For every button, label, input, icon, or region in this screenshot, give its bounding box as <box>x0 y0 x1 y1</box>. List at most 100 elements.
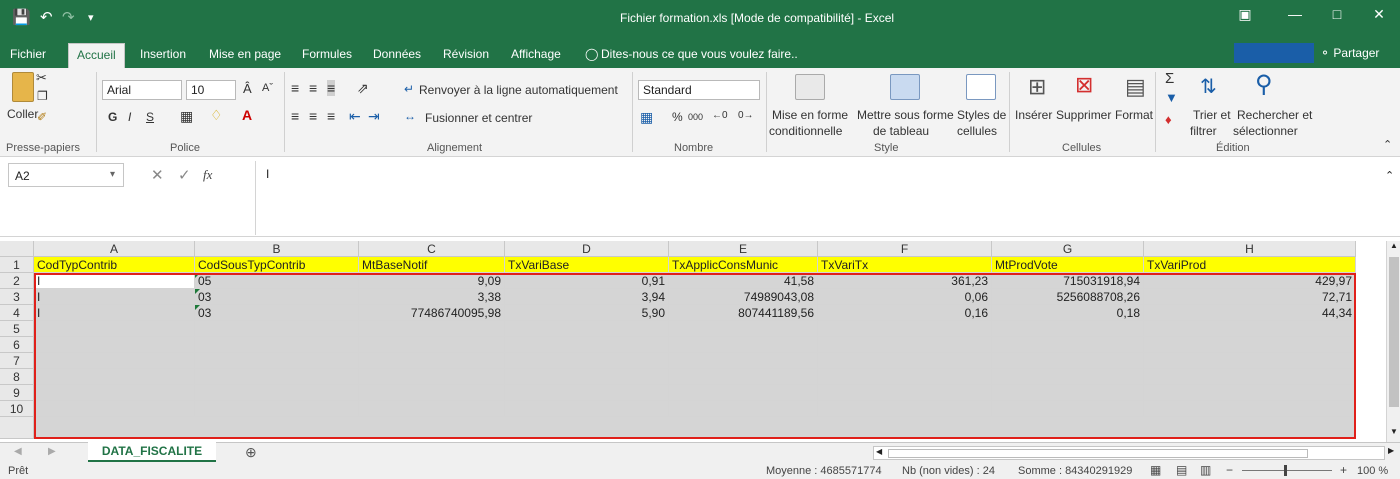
cell-styles-label[interactable]: Styles de <box>957 108 1006 122</box>
enter-icon[interactable]: ✓ <box>178 166 191 184</box>
active-cell[interactable]: I <box>34 273 195 289</box>
zoom-slider-handle[interactable] <box>1284 465 1287 476</box>
minimize-icon[interactable]: — <box>1280 6 1310 22</box>
header-cell[interactable]: TxApplicConsMunic <box>669 257 818 273</box>
menu-mise-en-page[interactable]: Mise en page <box>209 47 281 61</box>
merge-center-button[interactable]: Fusionner et centrer <box>425 111 532 125</box>
data-cell[interactable] <box>669 369 818 385</box>
row-header[interactable]: 5 <box>0 321 34 337</box>
row-header[interactable]: 4 <box>0 305 34 321</box>
data-cell[interactable] <box>505 337 669 353</box>
scroll-right-icon[interactable]: ▶ <box>1388 446 1394 455</box>
cancel-icon[interactable]: ✕ <box>151 166 164 184</box>
row-header[interactable]: 6 <box>0 337 34 353</box>
zoom-out-icon[interactable]: − <box>1226 463 1233 477</box>
data-cell[interactable] <box>669 401 818 417</box>
data-cell[interactable] <box>818 369 992 385</box>
data-cell[interactable] <box>34 369 195 385</box>
delete-button[interactable]: Supprimer <box>1056 108 1111 122</box>
maximize-icon[interactable]: □ <box>1322 6 1352 22</box>
copy-icon[interactable]: ❐ <box>37 89 48 103</box>
align-top-icon[interactable]: ≡ <box>291 80 299 96</box>
zoom-level[interactable]: 100 % <box>1357 465 1388 477</box>
header-cell[interactable]: CodTypContrib <box>34 257 195 273</box>
header-cell[interactable]: MtProdVote <box>992 257 1144 273</box>
shrink-font-icon[interactable]: Aˇ <box>262 82 273 94</box>
data-cell[interactable] <box>992 353 1144 369</box>
data-cell[interactable] <box>195 353 359 369</box>
column-header-a[interactable]: A <box>34 241 195 257</box>
data-cell[interactable] <box>505 353 669 369</box>
row-header[interactable]: 9 <box>0 385 34 401</box>
format-table-label[interactable]: Mettre sous forme <box>857 108 954 122</box>
data-cell[interactable] <box>992 337 1144 353</box>
borders-icon[interactable]: ▦ <box>180 108 193 125</box>
data-cell[interactable]: 5,90 <box>505 305 669 321</box>
page-layout-icon[interactable]: ▤ <box>1176 463 1187 477</box>
add-sheet-icon[interactable]: ⊕ <box>245 444 257 461</box>
menu-donnees[interactable]: Données <box>373 47 421 61</box>
italic-button[interactable]: I <box>128 110 131 124</box>
page-break-icon[interactable]: ▥ <box>1200 463 1211 477</box>
data-cell[interactable] <box>818 337 992 353</box>
row-header[interactable]: 8 <box>0 369 34 385</box>
align-bottom-icon[interactable]: ≡ <box>327 80 336 96</box>
data-cell[interactable] <box>359 385 505 401</box>
column-header-h[interactable]: H <box>1144 241 1356 257</box>
data-cell[interactable] <box>195 369 359 385</box>
column-header-c[interactable]: C <box>359 241 505 257</box>
tell-me-input[interactable]: Dites-nous ce que vous voulez faire.. <box>601 47 798 61</box>
find-select-label-2[interactable]: sélectionner <box>1233 124 1298 138</box>
data-cell[interactable] <box>1144 385 1356 401</box>
expand-formula-icon[interactable]: ⌃ <box>1385 169 1394 182</box>
data-cell[interactable]: 429,97 <box>1144 273 1356 289</box>
align-right-icon[interactable]: ≡ <box>327 108 335 124</box>
normal-view-icon[interactable]: ▦ <box>1150 463 1161 477</box>
scroll-up-icon[interactable]: ▲ <box>1390 241 1398 250</box>
sort-filter-label-2[interactable]: filtrer <box>1190 124 1217 138</box>
data-cell[interactable] <box>818 401 992 417</box>
format-button[interactable]: Format <box>1115 108 1153 122</box>
vertical-scrollbar[interactable]: ▲ ▼ <box>1386 241 1400 442</box>
tab-scroll-left-icon[interactable]: ◀ <box>14 446 22 457</box>
conditional-format-label-2[interactable]: conditionnelle <box>769 124 842 138</box>
data-cell[interactable] <box>818 353 992 369</box>
cut-icon[interactable]: ✂ <box>36 70 47 86</box>
header-cell[interactable]: MtBaseNotif <box>359 257 505 273</box>
delete-cells-icon[interactable]: ⊠ <box>1075 72 1093 98</box>
data-cell[interactable] <box>359 353 505 369</box>
data-cell[interactable]: 807441189,56 <box>669 305 818 321</box>
insert-cells-icon[interactable]: ⊞ <box>1028 74 1046 100</box>
data-cell[interactable] <box>34 353 195 369</box>
data-cell[interactable] <box>818 385 992 401</box>
data-cell[interactable]: 9,09 <box>359 273 505 289</box>
sort-filter-label[interactable]: Trier et <box>1193 108 1231 122</box>
collapse-ribbon-icon[interactable]: ⌃ <box>1383 138 1392 151</box>
close-icon[interactable]: ✕ <box>1364 6 1394 23</box>
cell-styles-icon[interactable] <box>966 74 996 100</box>
data-cell[interactable]: 361,23 <box>818 273 992 289</box>
underline-button[interactable]: S <box>146 110 154 124</box>
save-icon[interactable]: 💾 <box>12 8 31 26</box>
align-middle-icon[interactable]: ≡ <box>309 80 317 96</box>
scroll-down-icon[interactable]: ▼ <box>1390 427 1398 436</box>
header-cell[interactable]: TxVariBase <box>505 257 669 273</box>
conditional-format-icon[interactable] <box>795 74 825 100</box>
name-box[interactable]: A2 ▾ <box>8 163 124 187</box>
row-header[interactable]: 1 <box>0 257 34 273</box>
data-cell[interactable] <box>1144 369 1356 385</box>
data-cell[interactable] <box>505 401 669 417</box>
header-cell[interactable]: TxVariProd <box>1144 257 1356 273</box>
increase-decimal-icon[interactable]: ←0 <box>712 110 728 121</box>
data-cell[interactable]: 05 <box>195 273 359 289</box>
data-cell[interactable] <box>1144 353 1356 369</box>
paste-icon[interactable] <box>12 72 34 102</box>
redo-icon[interactable]: ↷ <box>62 8 75 26</box>
data-cell[interactable] <box>195 337 359 353</box>
tab-scroll-right-icon[interactable]: ▶ <box>48 446 56 457</box>
menu-fichier[interactable]: Fichier <box>10 47 46 61</box>
data-cell[interactable] <box>195 385 359 401</box>
worksheet-grid[interactable]: A B C D E F G H 1 2 3 4 5 6 7 8 9 10 Cod… <box>0 237 1400 442</box>
row-header[interactable]: 10 <box>0 401 34 417</box>
data-cell[interactable]: I <box>34 289 195 305</box>
